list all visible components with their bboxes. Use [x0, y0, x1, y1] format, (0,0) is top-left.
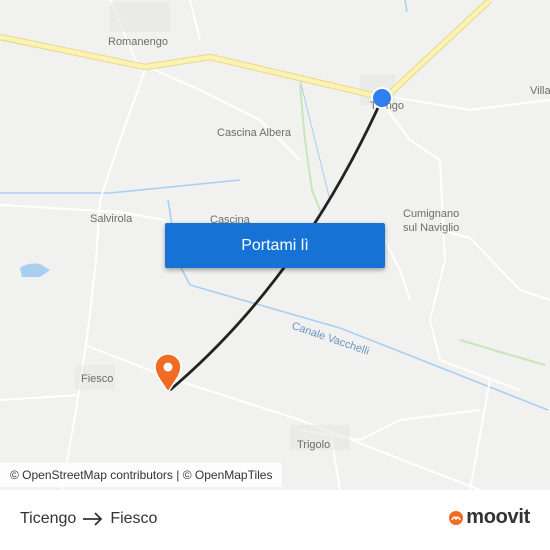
- green-strip: [299, 84, 323, 216]
- route-summary: Ticengo Fiesco: [20, 510, 157, 528]
- lake: [20, 263, 50, 277]
- place-label-cumignano: Cumignano: [403, 208, 460, 220]
- green-strip: [459, 339, 546, 366]
- place-label-salvirola: Salvirola: [90, 213, 133, 225]
- take-me-there-button[interactable]: Portami lì: [165, 223, 385, 268]
- place-label-fiesco: Fiesco: [81, 373, 114, 385]
- stream: [0, 179, 241, 194]
- arrow-right-icon: [83, 512, 103, 526]
- place-label-cascina-albera: Cascina Albera: [217, 127, 291, 139]
- place-label-trigolo: Trigolo: [297, 439, 331, 451]
- moovit-logo: moovit: [448, 506, 530, 529]
- route-origin: Ticengo: [20, 510, 77, 527]
- moovit-logo-icon: [449, 510, 464, 525]
- map-view[interactable]: Romanengo Cascina Albera Salvirola Casci…: [0, 0, 550, 490]
- moovit-logo-text: moovit: [466, 506, 530, 528]
- place-label-villa: Villa: [530, 85, 550, 97]
- stream: [404, 0, 408, 13]
- major-road: [0, 0, 493, 102]
- route-destination: Fiesco: [110, 510, 158, 527]
- destination-pin-icon: [154, 353, 182, 394]
- place-label-sul-naviglio: sul Naviglio: [403, 222, 460, 234]
- map-attribution[interactable]: © OpenStreetMap contributors | © OpenMap…: [0, 463, 283, 487]
- place-label-ticengo: T ngo: [370, 100, 405, 112]
- place-label-romanengo: Romanengo: [108, 36, 168, 48]
